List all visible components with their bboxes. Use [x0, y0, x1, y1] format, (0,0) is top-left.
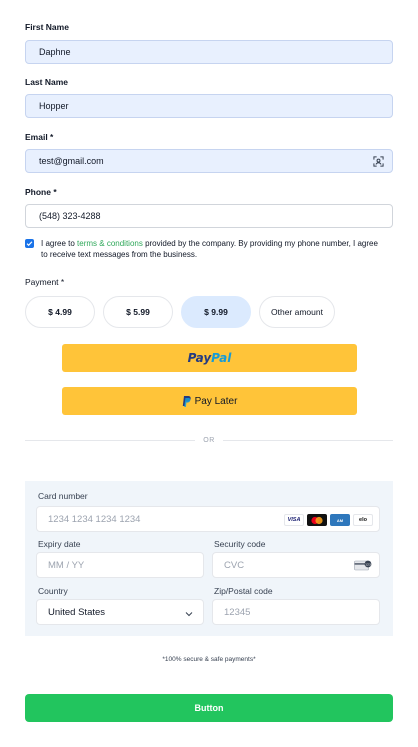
submit-button[interactable]: Button — [25, 694, 393, 722]
amount-option-9-99[interactable]: $ 9.99 — [181, 296, 251, 328]
country-select[interactable]: United States — [36, 599, 204, 625]
or-text: OR — [203, 436, 215, 444]
paypal-icon — [182, 395, 191, 407]
phone-label: Phone * — [25, 187, 57, 197]
card-form: Card number 1234 1234 1234 1234 VISA AM … — [25, 481, 393, 636]
secure-payments-note: *100% secure & safe payments* — [162, 656, 256, 663]
email-value: test@gmail.com — [39, 156, 104, 166]
first-name-value: Daphne — [39, 47, 71, 57]
terms-link[interactable]: terms & conditions — [77, 239, 143, 248]
card-brands: VISA AM elo — [284, 514, 373, 526]
pay-later-button[interactable]: Pay Later — [62, 387, 357, 415]
zip-input[interactable]: 12345 — [212, 599, 380, 625]
or-divider: OR — [25, 432, 393, 448]
expiry-label: Expiry date — [38, 539, 81, 549]
country-label: Country — [38, 586, 68, 596]
amount-option-5-99[interactable]: $ 5.99 — [103, 296, 173, 328]
country-value: United States — [48, 606, 106, 618]
cvc-placeholder: CVC — [224, 559, 245, 571]
expiry-placeholder: MM / YY — [48, 559, 85, 571]
cvc-input[interactable]: CVC 123 — [212, 552, 380, 578]
email-field[interactable]: test@gmail.com — [25, 149, 393, 173]
card-number-label: Card number — [38, 491, 88, 501]
amex-icon: AM — [330, 514, 350, 526]
scan-icon[interactable] — [373, 156, 384, 169]
pay-later-label: Pay Later — [194, 395, 238, 407]
zip-placeholder: 12345 — [224, 606, 251, 618]
first-name-label: First Name — [25, 22, 69, 32]
last-name-value: Hopper — [39, 101, 69, 111]
last-name-field[interactable]: Hopper — [25, 94, 393, 118]
chevron-down-icon — [185, 609, 193, 620]
payment-label: Payment * — [25, 277, 65, 287]
cvc-label: Security code — [214, 539, 266, 549]
email-label: Email * — [25, 132, 54, 142]
consent-row: I agree to terms & conditions provided b… — [25, 238, 385, 260]
amount-option-other[interactable]: Other amount — [259, 296, 335, 328]
mastercard-icon — [307, 514, 327, 526]
card-number-input[interactable]: 1234 1234 1234 1234 VISA AM elo — [36, 506, 380, 532]
consent-checkbox[interactable] — [25, 239, 34, 248]
first-name-field[interactable]: Daphne — [25, 40, 393, 64]
phone-field[interactable]: (548) 323-4288 — [25, 204, 393, 228]
paypal-button[interactable]: PayPal — [62, 344, 357, 372]
card-number-placeholder: 1234 1234 1234 1234 — [48, 513, 141, 525]
amount-options: $ 4.99 $ 5.99 $ 9.99 Other amount — [25, 296, 335, 328]
svg-text:123: 123 — [365, 562, 371, 566]
consent-text-before: I agree to — [41, 239, 78, 248]
phone-value: (548) 323-4288 — [39, 211, 101, 221]
zip-label: Zip/Postal code — [214, 586, 273, 596]
visa-icon: VISA — [284, 514, 304, 526]
consent-text: I agree to terms & conditions provided b… — [41, 238, 385, 260]
last-name-label: Last Name — [25, 77, 68, 87]
paypal-logo: PayPal — [187, 351, 232, 365]
amount-option-4-99[interactable]: $ 4.99 — [25, 296, 95, 328]
expiry-input[interactable]: MM / YY — [36, 552, 204, 578]
elo-icon: elo — [353, 514, 373, 526]
cvc-card-icon: 123 — [354, 560, 372, 574]
